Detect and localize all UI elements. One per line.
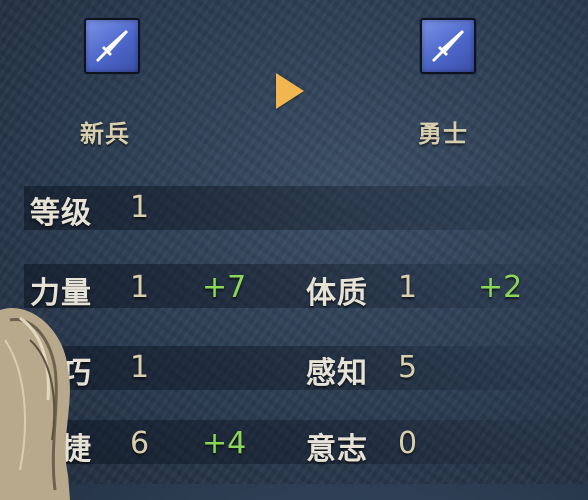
agility-bonus: +4 <box>202 426 247 461</box>
will-value: 0 <box>398 426 418 461</box>
character-portrait <box>0 308 70 500</box>
row-band-level <box>24 186 588 230</box>
current-class-icon[interactable] <box>84 18 140 74</box>
next-class-icon[interactable] <box>420 18 476 74</box>
strength-bonus: +7 <box>202 270 247 305</box>
next-class-label: 勇士 <box>418 120 468 148</box>
will-label: 意志 <box>306 432 368 467</box>
agility-value: 6 <box>130 426 150 461</box>
constitution-bonus: +2 <box>478 270 523 305</box>
sword-icon <box>96 30 128 62</box>
sword-icon <box>432 30 464 62</box>
current-class-label: 新兵 <box>80 120 130 148</box>
level-value: 1 <box>130 190 150 225</box>
constitution-value: 1 <box>398 270 418 305</box>
constitution-label: 体质 <box>306 276 368 311</box>
skill-value: 1 <box>130 350 150 385</box>
perception-value: 5 <box>398 350 418 385</box>
play-arrow-icon <box>276 73 304 109</box>
strength-value: 1 <box>130 270 150 305</box>
level-label: 等级 <box>30 196 92 231</box>
perception-label: 感知 <box>306 356 368 391</box>
